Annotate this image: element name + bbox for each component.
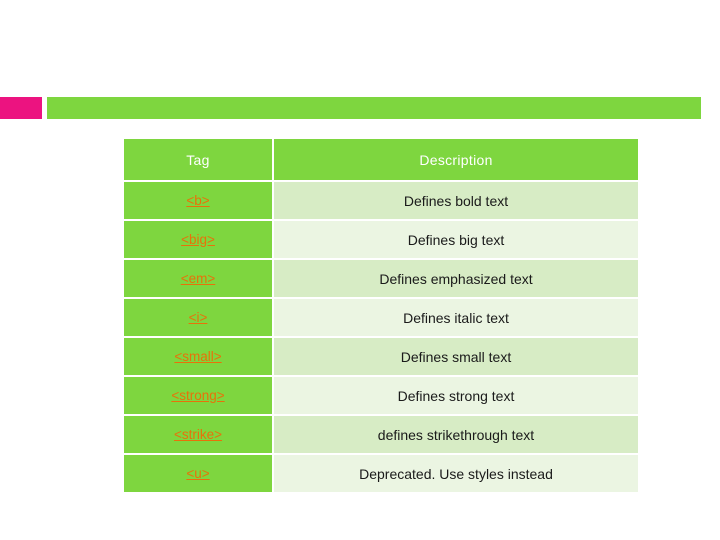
table-row: <big> Defines big text bbox=[124, 221, 638, 258]
table-row: <i> Defines italic text bbox=[124, 299, 638, 336]
tag-link[interactable]: <big> bbox=[181, 232, 215, 247]
description-cell: Defines strong text bbox=[274, 377, 638, 414]
description-cell: Defines big text bbox=[274, 221, 638, 258]
table-row: <b> Defines bold text bbox=[124, 182, 638, 219]
tag-cell: <i> bbox=[124, 299, 272, 336]
tag-link[interactable]: <i> bbox=[189, 310, 208, 325]
tag-link[interactable]: <b> bbox=[186, 193, 209, 208]
table-header-row: Tag Description bbox=[124, 139, 638, 180]
table-row: <em> Defines emphasized text bbox=[124, 260, 638, 297]
html-tag-reference-table: Tag Description <b> Defines bold text <big… bbox=[122, 137, 640, 494]
table-row: <strong> Defines strong text bbox=[124, 377, 638, 414]
tag-cell: <strike> bbox=[124, 416, 272, 453]
table-header: Tag Description bbox=[124, 139, 638, 180]
description-cell: Defines italic text bbox=[274, 299, 638, 336]
description-cell: defines strikethrough text bbox=[274, 416, 638, 453]
tag-link[interactable]: <strong> bbox=[171, 388, 224, 403]
column-header-description: Description bbox=[274, 139, 638, 180]
tag-link[interactable]: <small> bbox=[174, 349, 221, 364]
tag-link[interactable]: <em> bbox=[181, 271, 216, 286]
tag-link[interactable]: <strike> bbox=[174, 427, 222, 442]
column-header-tag: Tag bbox=[124, 139, 272, 180]
description-cell: Defines small text bbox=[274, 338, 638, 375]
tag-cell: <em> bbox=[124, 260, 272, 297]
description-cell: Defines bold text bbox=[274, 182, 638, 219]
tag-cell: <u> bbox=[124, 455, 272, 492]
table-row: <u> Deprecated. Use styles instead bbox=[124, 455, 638, 492]
banner-accent-block bbox=[0, 97, 42, 119]
tag-cell: <b> bbox=[124, 182, 272, 219]
table-row: <small> Defines small text bbox=[124, 338, 638, 375]
table-row: <strike> defines strikethrough text bbox=[124, 416, 638, 453]
tag-link[interactable]: <u> bbox=[186, 466, 209, 481]
table-body: <b> Defines bold text <big> Defines big tex… bbox=[124, 182, 638, 492]
tag-cell: <strong> bbox=[124, 377, 272, 414]
tag-cell: <big> bbox=[124, 221, 272, 258]
tag-cell: <small> bbox=[124, 338, 272, 375]
slide-banner bbox=[0, 97, 720, 119]
description-cell: Deprecated. Use styles instead bbox=[274, 455, 638, 492]
banner-bar bbox=[47, 97, 701, 119]
description-cell: Defines emphasized text bbox=[274, 260, 638, 297]
